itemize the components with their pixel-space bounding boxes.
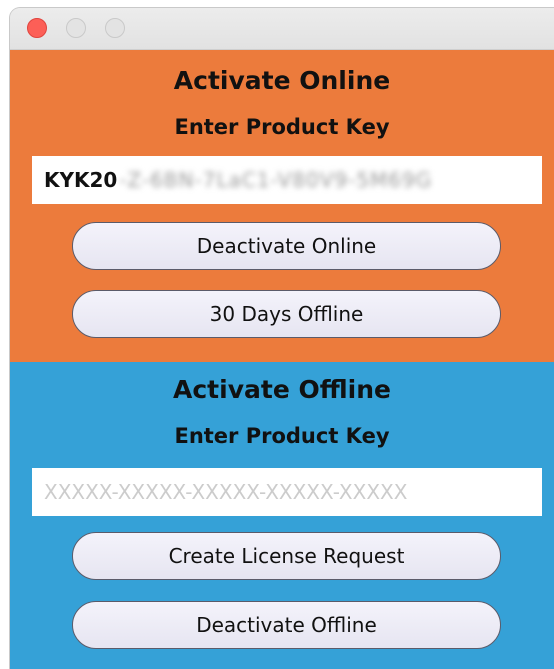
online-activation-panel: Activate Online Enter Product Key KYK20 …: [10, 50, 554, 362]
online-subtitle: Enter Product Key: [174, 115, 390, 139]
online-product-key-field[interactable]: KYK20 -Z-6BN-7LaC1-V80V9-5M69G: [32, 156, 542, 204]
thirty-days-offline-button[interactable]: 30 Days Offline: [72, 290, 501, 338]
close-window-button[interactable]: [27, 18, 47, 38]
title-bar[interactable]: [10, 8, 554, 50]
deactivate-online-button[interactable]: Deactivate Online: [72, 222, 501, 270]
create-license-request-button[interactable]: Create License Request: [72, 532, 501, 580]
product-key-prefix: KYK20: [44, 168, 118, 192]
offline-product-key-field[interactable]: [32, 468, 542, 516]
offline-subtitle: Enter Product Key: [174, 424, 390, 448]
deactivate-offline-button[interactable]: Deactivate Offline: [72, 601, 501, 649]
online-title: Activate Online: [173, 66, 391, 95]
activation-window: Activate Online Enter Product Key KYK20 …: [10, 8, 554, 669]
minimize-window-button[interactable]: [66, 18, 86, 38]
zoom-window-button[interactable]: [105, 18, 125, 38]
offline-title: Activate Offline: [173, 375, 391, 404]
offline-activation-panel: Activate Offline Enter Product Key Creat…: [10, 362, 554, 669]
product-key-masked: -Z-6BN-7LaC1-V80V9-5M69G: [119, 168, 433, 192]
offline-product-key-input[interactable]: [44, 480, 530, 504]
